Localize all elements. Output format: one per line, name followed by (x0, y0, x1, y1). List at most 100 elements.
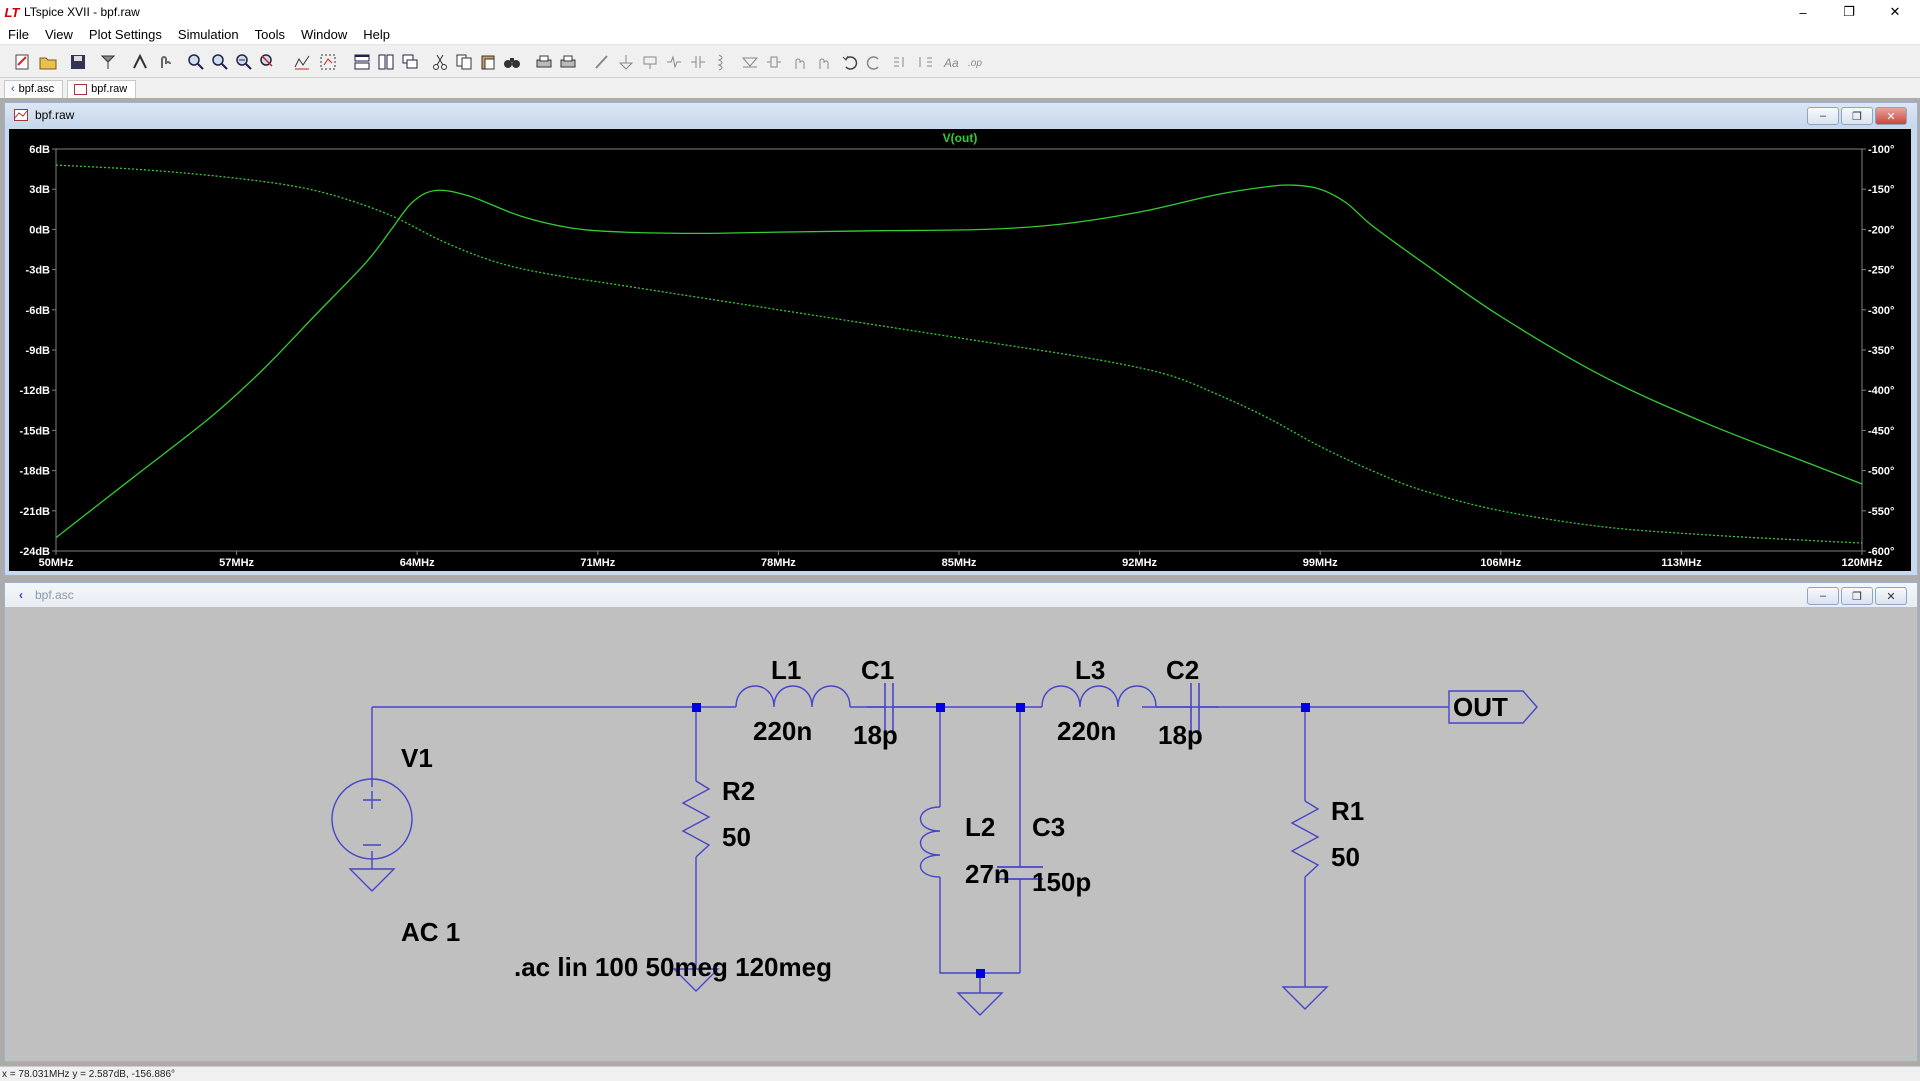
wire-icon[interactable] (592, 52, 612, 72)
cut-icon[interactable] (430, 52, 450, 72)
close-button[interactable]: ✕ (1872, 0, 1918, 24)
paste-icon[interactable] (478, 52, 498, 72)
open-icon[interactable] (38, 52, 58, 72)
menu-window[interactable]: Window (293, 27, 355, 42)
halt-icon[interactable] (156, 52, 176, 72)
zoom-fit-icon[interactable] (258, 52, 278, 72)
inductor-l3[interactable] (1041, 685, 1157, 708)
menu-tools[interactable]: Tools (247, 27, 293, 42)
waveform-icon (74, 83, 88, 95)
minimize-button[interactable]: – (1780, 0, 1826, 24)
right-y-tick-label: -100° (1868, 144, 1894, 156)
left-y-tick-label: -15dB (19, 425, 50, 437)
mirror-icon[interactable] (916, 52, 936, 72)
label-l1-value: 220n (753, 716, 812, 746)
waveform-close-button[interactable]: ✕ (1875, 107, 1907, 125)
left-y-tick-label: -6dB (26, 305, 51, 317)
zoom-extent-icon[interactable] (318, 52, 338, 72)
rotate-icon[interactable] (890, 52, 910, 72)
text-icon[interactable]: Aa (942, 52, 962, 72)
capacitor-icon[interactable] (688, 52, 708, 72)
menu-view[interactable]: View (37, 27, 81, 42)
waveform-window-title: bpf.raw (35, 108, 75, 122)
left-y-tick-label: -21dB (19, 506, 50, 518)
toolbar: Aa .op (0, 44, 1920, 78)
redo-icon[interactable] (864, 52, 884, 72)
copy-icon[interactable] (454, 52, 474, 72)
find-icon[interactable] (502, 52, 522, 72)
cascade-icon[interactable] (400, 52, 420, 72)
right-y-tick-label: -350° (1868, 345, 1894, 357)
trace-group (55, 164, 1863, 544)
waveform-minimize-button[interactable]: – (1807, 107, 1839, 125)
inductor-l2[interactable] (920, 806, 941, 878)
mdi-workspace: bpf.raw – ❐ ✕ V(out) 50MHz 57MHz 64MHz 71MH… (0, 98, 1920, 1066)
tab-bpf-raw[interactable]: bpf.raw (67, 80, 137, 98)
resistor-r1[interactable] (1290, 800, 1320, 878)
label-c1-value: 18p (853, 720, 898, 750)
maximize-button[interactable]: ❐ (1826, 0, 1872, 24)
inductor-l1[interactable] (735, 685, 851, 708)
save-icon[interactable] (68, 52, 88, 72)
print-setup-icon[interactable] (558, 52, 578, 72)
schematic-maximize-button[interactable]: ❐ (1841, 587, 1873, 605)
left-y-tick-label: -24dB (19, 546, 50, 558)
label-l2: L2 (965, 812, 995, 842)
x-tick-label: 106MHz (1480, 557, 1521, 569)
control-panel-icon[interactable] (98, 52, 118, 72)
left-y-tick-label: -12dB (19, 385, 50, 397)
tile-horizontal-icon[interactable] (352, 52, 372, 72)
schematic-window-titlebar[interactable]: ‹ bpf.asc – ❐ ✕ (5, 583, 1917, 607)
run-icon[interactable] (130, 52, 150, 72)
label-c3-value: 150p (1032, 867, 1091, 897)
zoom-out-icon[interactable] (234, 52, 254, 72)
spice-directive[interactable]: .ac lin 100 50meg 120meg (514, 952, 832, 982)
component-icon[interactable] (764, 52, 784, 72)
drag-icon[interactable] (814, 52, 834, 72)
menu-simulation[interactable]: Simulation (170, 27, 247, 42)
right-y-tick-label: -500° (1868, 466, 1894, 478)
waveform-window-titlebar[interactable]: bpf.raw – ❐ ✕ (5, 103, 1917, 127)
window-title: LTspice XVII - bpf.raw (24, 5, 140, 19)
tab-label: bpf.asc (18, 83, 55, 95)
inductor-icon[interactable] (712, 52, 732, 72)
label-icon[interactable] (640, 52, 660, 72)
status-bar: x = 78.031MHz y = 2.587dB, -156.886° (0, 1066, 1920, 1081)
right-y-tick-label: -250° (1868, 265, 1894, 277)
x-tick-label: 99MHz (1303, 557, 1338, 569)
resistor-r2[interactable] (681, 780, 711, 858)
tab-bpf-asc[interactable]: ‹ bpf.asc (4, 80, 64, 98)
undo-icon[interactable] (840, 52, 860, 72)
print-icon[interactable] (534, 52, 554, 72)
ground-icon[interactable] (616, 52, 636, 72)
diode-icon[interactable] (740, 52, 760, 72)
menu-plot-settings[interactable]: Plot Settings (81, 27, 170, 42)
waveform-window: bpf.raw – ❐ ✕ V(out) 50MHz 57MHz 64MHz 71MH… (4, 102, 1918, 576)
menu-file[interactable]: File (0, 27, 37, 42)
label-v1-value: AC 1 (401, 917, 460, 947)
tile-vertical-icon[interactable] (376, 52, 396, 72)
phase-trace (55, 164, 1863, 544)
schematic-close-button[interactable]: ✕ (1875, 587, 1907, 605)
menu-help[interactable]: Help (355, 27, 398, 42)
new-schematic-icon[interactable] (12, 52, 32, 72)
spice-directive-icon[interactable]: .op (966, 52, 986, 72)
zoom-box-icon[interactable] (210, 52, 230, 72)
waveform-maximize-button[interactable]: ❐ (1841, 107, 1873, 125)
left-y-tick-label: 6dB (29, 144, 50, 156)
schematic-icon: ‹ (19, 588, 23, 602)
resistor-icon[interactable] (664, 52, 684, 72)
label-c1: C1 (861, 655, 894, 685)
schematic-canvas[interactable]: V1 AC 1 R2 50 L1 220n C1 18p L2 27n C3 1… (9, 609, 1915, 1059)
x-tick-label: 57MHz (219, 557, 254, 569)
plot-title[interactable]: V(out) (943, 131, 978, 145)
label-r2: R2 (722, 776, 755, 806)
autorange-icon[interactable] (292, 52, 312, 72)
schematic-minimize-button[interactable]: – (1807, 587, 1839, 605)
move-icon[interactable] (790, 52, 810, 72)
voltage-source-v1[interactable] (331, 778, 413, 892)
zoom-in-icon[interactable] (186, 52, 206, 72)
x-axis-ticks: 50MHz 57MHz 64MHz 71MHz 78MHz 85MHz 92MHz 99MHz… (39, 551, 1883, 569)
label-l1: L1 (771, 655, 801, 685)
waveform-plot[interactable]: V(out) 50MHz 57MHz 64MHz 71MHz 78MHz 85MHz 92M… (9, 129, 1911, 571)
